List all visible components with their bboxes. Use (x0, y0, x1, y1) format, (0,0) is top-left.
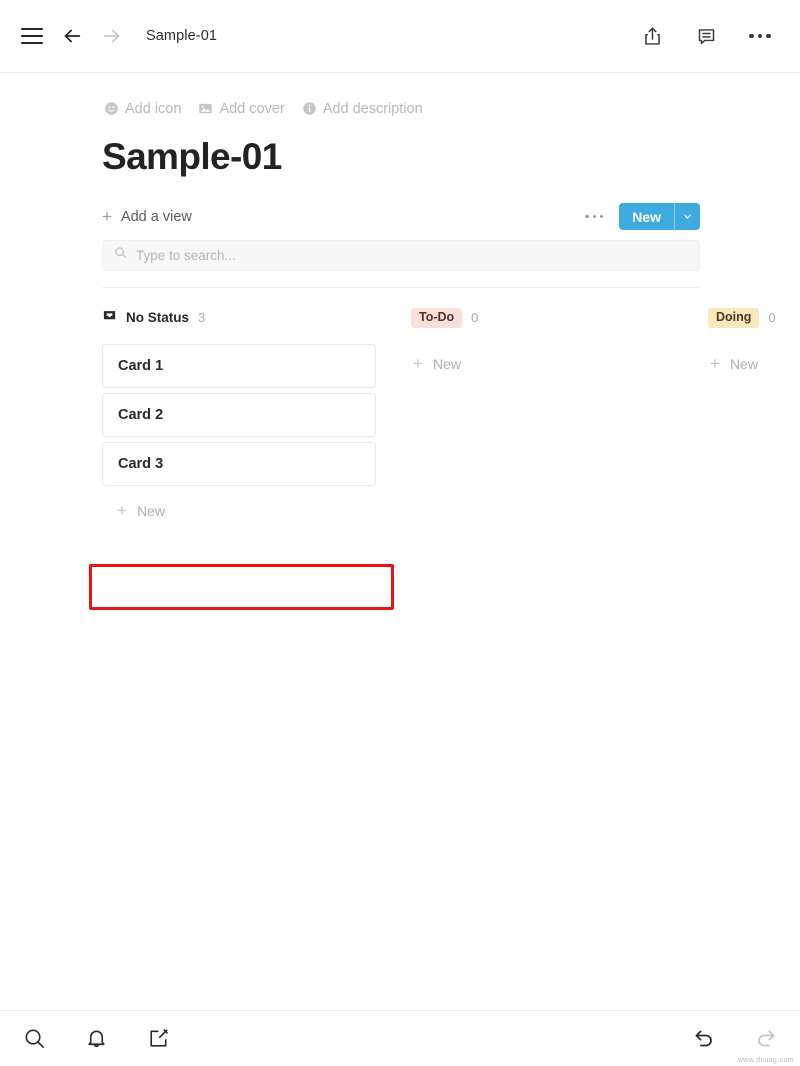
search-input[interactable]: Type to search... (102, 239, 700, 271)
card-item[interactable]: Card 3 (102, 441, 376, 486)
new-button-group: New (619, 203, 700, 231)
topbar-page-title: Sample-01 (146, 28, 218, 44)
search-icon (114, 246, 127, 264)
view-options-more-icon[interactable] (585, 214, 604, 219)
kanban-board: No Status 3 Card 1 Card 2 Card 3 + New T… (0, 288, 800, 531)
watermark: www.dsuag.com (737, 1057, 794, 1064)
board-column-doing: Doing 0 + New (696, 306, 800, 531)
view-toolbar-right: New (585, 203, 700, 231)
column-header-no-status[interactable]: No Status 3 (102, 306, 399, 330)
new-button-chevron-down-icon[interactable] (674, 203, 700, 231)
hamburger-menu-icon[interactable] (12, 16, 52, 56)
column-title-no-status: No Status (126, 310, 190, 326)
page-meta-actions: Add icon Add cover Add description (0, 73, 800, 119)
column-header-doing[interactable]: Doing 0 (696, 306, 800, 330)
add-description-label: Add description (322, 100, 423, 117)
card-title: Card 2 (118, 406, 164, 423)
card-title: Card 1 (118, 357, 164, 374)
add-cover-button[interactable]: Add cover (198, 100, 285, 117)
compose-icon[interactable] (138, 1019, 178, 1059)
add-a-view-button[interactable]: + Add a view (102, 208, 192, 225)
page-title[interactable]: Sample-01 (0, 119, 800, 178)
search-row: Type to search... (0, 234, 800, 271)
status-badge-to-do: To-Do (411, 307, 463, 328)
board-column-to-do: To-Do 0 + New (399, 306, 696, 531)
add-cover-label: Add cover (219, 100, 285, 117)
inbox-tray-icon (102, 308, 117, 328)
plus-icon: + (117, 501, 127, 521)
arrow-left-icon[interactable] (52, 16, 92, 56)
status-badge-doing: Doing (708, 307, 760, 328)
view-toolbar: + Add a view New (0, 178, 800, 234)
plus-icon: + (413, 354, 423, 374)
new-button[interactable]: New (619, 203, 674, 231)
add-icon-button[interactable]: Add icon (104, 101, 181, 117)
redo-arrow-icon[interactable] (746, 1019, 786, 1059)
more-horizontal-icon[interactable] (740, 16, 780, 56)
column-header-to-do[interactable]: To-Do 0 (399, 306, 696, 330)
topbar-left-group: Sample-01 (12, 16, 217, 56)
card-item[interactable]: Card 1 (102, 343, 376, 388)
page-content: Add icon Add cover Add description Sampl… (0, 73, 800, 1010)
plus-icon: + (102, 207, 112, 227)
app-root: Sample-01 Add icon Add cover Add descrip… (0, 0, 800, 1066)
bottom-toolbar-right (684, 1019, 786, 1059)
add-icon-label: Add icon (125, 100, 182, 117)
new-card-label: New (432, 355, 461, 372)
search-icon[interactable] (14, 1019, 54, 1059)
info-icon (302, 101, 317, 116)
new-card-label: New (136, 502, 165, 519)
bottom-toolbar: www.dsuag.com (0, 1010, 800, 1066)
new-card-button-doing[interactable]: + New (696, 344, 800, 384)
card-item[interactable]: Card 2 (102, 392, 376, 437)
arrow-right-icon[interactable] (92, 16, 132, 56)
top-navigation-bar: Sample-01 (0, 0, 800, 73)
share-icon[interactable] (632, 16, 672, 56)
new-card-label: New (729, 355, 758, 372)
board-column-no-status: No Status 3 Card 1 Card 2 Card 3 + New (102, 306, 399, 531)
comment-icon[interactable] (686, 16, 726, 56)
search-placeholder: Type to search... (136, 247, 236, 263)
annotation-highlight-box (89, 564, 394, 610)
card-title: Card 3 (118, 455, 164, 472)
smiley-icon (104, 101, 119, 116)
undo-arrow-icon[interactable] (684, 1019, 724, 1059)
add-description-button[interactable]: Add description (302, 101, 423, 117)
image-icon (198, 101, 213, 116)
bottom-toolbar-left (14, 1019, 178, 1059)
plus-icon: + (710, 354, 720, 374)
column-count-doing: 0 (768, 310, 776, 326)
column-count-to-do: 0 (471, 310, 479, 326)
add-a-view-label: Add a view (120, 208, 192, 225)
topbar-right-group (632, 16, 780, 56)
bell-icon[interactable] (76, 1019, 116, 1059)
column-count-no-status: 3 (198, 310, 206, 326)
new-card-button-to-do[interactable]: + New (399, 344, 673, 384)
new-card-button-no-status[interactable]: + New (102, 491, 376, 531)
